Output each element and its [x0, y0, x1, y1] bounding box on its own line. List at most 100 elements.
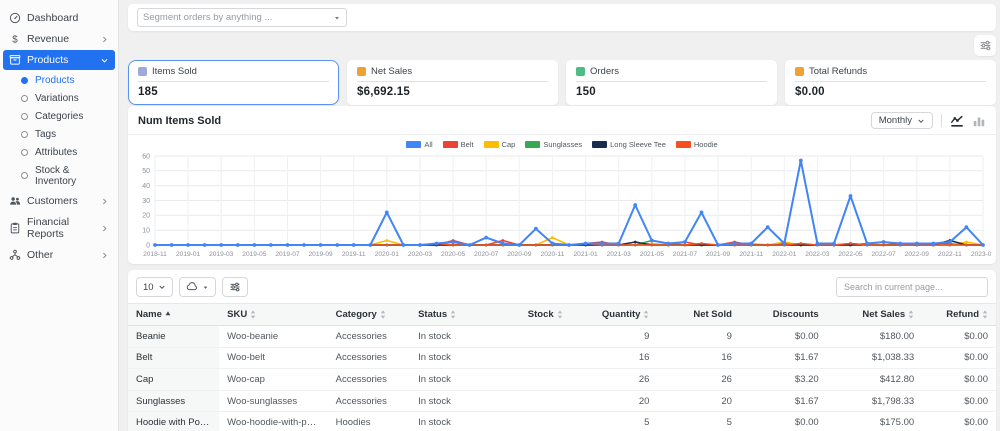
column-header-stock[interactable]: Stock [497, 304, 571, 326]
products-table-card: 10 [128, 270, 996, 431]
hierarchy-icon [9, 249, 21, 261]
sidebar-subitem-tags[interactable]: Tags [0, 125, 118, 143]
segment-search-input[interactable] [143, 12, 333, 23]
kpi-card-orders[interactable]: Orders 150 [566, 60, 777, 105]
sidebar-item-products[interactable]: Products [3, 50, 115, 70]
sidebar-item-label: Other [27, 249, 53, 261]
bar-chart-icon[interactable] [972, 114, 986, 128]
svg-text:2022-07: 2022-07 [871, 251, 896, 258]
page-size-select[interactable]: 10 [136, 277, 173, 297]
cell-sku: Woo-hoodie-with-pocket [219, 412, 328, 431]
sidebar-item-dashboard[interactable]: Dashboard [3, 8, 115, 28]
main-content: Items Sold 185 Net Sales $6,692.15 Order… [128, 0, 996, 431]
chart-title: Num Items Sold [138, 115, 221, 127]
svg-text:2023-01: 2023-01 [971, 251, 991, 258]
dashboard-settings-button[interactable] [974, 35, 996, 56]
kpi-card-net-sales[interactable]: Net Sales $6,692.15 [347, 60, 558, 105]
clipboard-icon [9, 222, 21, 234]
sort-icon [982, 310, 988, 319]
legend-item-belt[interactable]: Belt [443, 140, 474, 149]
sidebar-item-other[interactable]: Other [3, 245, 115, 265]
sidebar-subitem-categories[interactable]: Categories [0, 107, 118, 125]
line-chart-icon[interactable] [950, 114, 964, 128]
cell-sku: Woo-sunglasses [219, 390, 328, 412]
kpi-header: Items Sold [138, 66, 329, 77]
cell-net-sold: 26 [657, 369, 739, 391]
kpi-label: Total Refunds [809, 66, 867, 77]
legend-item-all[interactable]: All [406, 140, 432, 149]
cloud-download-icon [186, 281, 198, 293]
cell-name: Cap [128, 369, 219, 391]
period-select[interactable]: Monthly [871, 112, 933, 129]
sidebar-subitem-products[interactable]: Products [0, 71, 118, 89]
column-header-name[interactable]: Name [128, 304, 219, 326]
export-button[interactable] [179, 277, 216, 297]
cell-stock [497, 347, 571, 369]
table-settings-button[interactable] [222, 277, 248, 297]
sidebar-subitem-variations[interactable]: Variations [0, 89, 118, 107]
cell-net-sales: $412.80 [827, 369, 922, 391]
table-search-input[interactable] [844, 282, 980, 292]
period-label: Monthly [879, 115, 912, 126]
num-items-sold-line-chart: 01020304050602018-112019-012019-032019-0… [131, 150, 991, 264]
kpi-card-total-refunds[interactable]: Total Refunds $0.00 [785, 60, 996, 105]
column-label: Discounts [773, 309, 819, 320]
cell-quantity: 9 [571, 326, 658, 348]
sidebar-subitem-attributes[interactable]: Attributes [0, 143, 118, 161]
kpi-label: Items Sold [152, 66, 197, 77]
column-header-status[interactable]: Status [410, 304, 497, 326]
cell-net-sold: 20 [657, 390, 739, 412]
kpi-swatch-icon [138, 67, 147, 76]
customers-icon [9, 195, 21, 207]
svg-text:30: 30 [142, 198, 150, 205]
cell-status: In stock [410, 347, 497, 369]
cell-status: In stock [410, 390, 497, 412]
cell-name: Belt [128, 347, 219, 369]
svg-text:2021-07: 2021-07 [673, 251, 698, 258]
column-header-refund[interactable]: Refund [922, 304, 996, 326]
cell-name: Beanie [128, 326, 219, 348]
chevron-right-icon [100, 35, 109, 44]
sidebar-subitem-stock-inventory[interactable]: Stock & Inventory [0, 161, 118, 190]
column-header-sku[interactable]: SKU [219, 304, 328, 326]
sidebar-nav: Dashboard$RevenueProductsProductsVariati… [0, 8, 118, 265]
column-header-net-sold[interactable]: Net Sold [657, 304, 739, 326]
sidebar-item-customers[interactable]: Customers [3, 191, 115, 211]
legend-item-sunglasses[interactable]: Sunglasses [525, 140, 582, 149]
chart-canvas: 01020304050602018-112019-012019-032019-0… [128, 150, 996, 264]
sidebar-item-financial-reports[interactable]: Financial Reports [3, 212, 115, 244]
cell-sku: Woo-belt [219, 347, 328, 369]
cell-sku: Woo-beanie [219, 326, 328, 348]
column-header-net-sales[interactable]: Net Sales [827, 304, 922, 326]
svg-text:2019-01: 2019-01 [176, 251, 201, 258]
sidebar-item-revenue[interactable]: $Revenue [3, 29, 115, 49]
circle-icon [21, 131, 28, 138]
column-header-category[interactable]: Category [328, 304, 410, 326]
page-size-value: 10 [143, 282, 154, 293]
legend-item-long-sleeve-tee[interactable]: Long Sleeve Tee [592, 140, 666, 149]
sidebar-item-label: Dashboard [27, 12, 78, 24]
column-header-quantity[interactable]: Quantity [571, 304, 658, 326]
sort-icon [643, 310, 649, 319]
kpi-value: $6,692.15 [357, 86, 548, 98]
legend-swatch-icon [484, 141, 499, 148]
svg-text:60: 60 [142, 153, 150, 160]
column-header-discounts[interactable]: Discounts [740, 304, 827, 326]
chart-header: Num Items Sold Monthly [128, 106, 996, 135]
svg-text:2019-05: 2019-05 [242, 251, 267, 258]
kpi-header: Net Sales [357, 66, 548, 77]
svg-text:2021-01: 2021-01 [573, 251, 598, 258]
table-search-box[interactable] [836, 277, 988, 297]
cell-refund: $0.00 [922, 412, 996, 431]
segment-search-box[interactable] [137, 8, 347, 27]
cell-refund: $0.00 [922, 390, 996, 412]
legend-item-hoodie[interactable]: Hoodie [676, 140, 718, 149]
legend-swatch-icon [443, 141, 458, 148]
legend-item-cap[interactable]: Cap [484, 140, 516, 149]
svg-text:20: 20 [142, 213, 150, 220]
column-label: Stock [528, 309, 554, 320]
legend-label: Long Sleeve Tee [610, 140, 666, 149]
svg-text:2018-11: 2018-11 [143, 251, 167, 258]
cell-name: Hoodie with Pocket [128, 412, 219, 431]
kpi-card-items-sold[interactable]: Items Sold 185 [128, 60, 339, 105]
